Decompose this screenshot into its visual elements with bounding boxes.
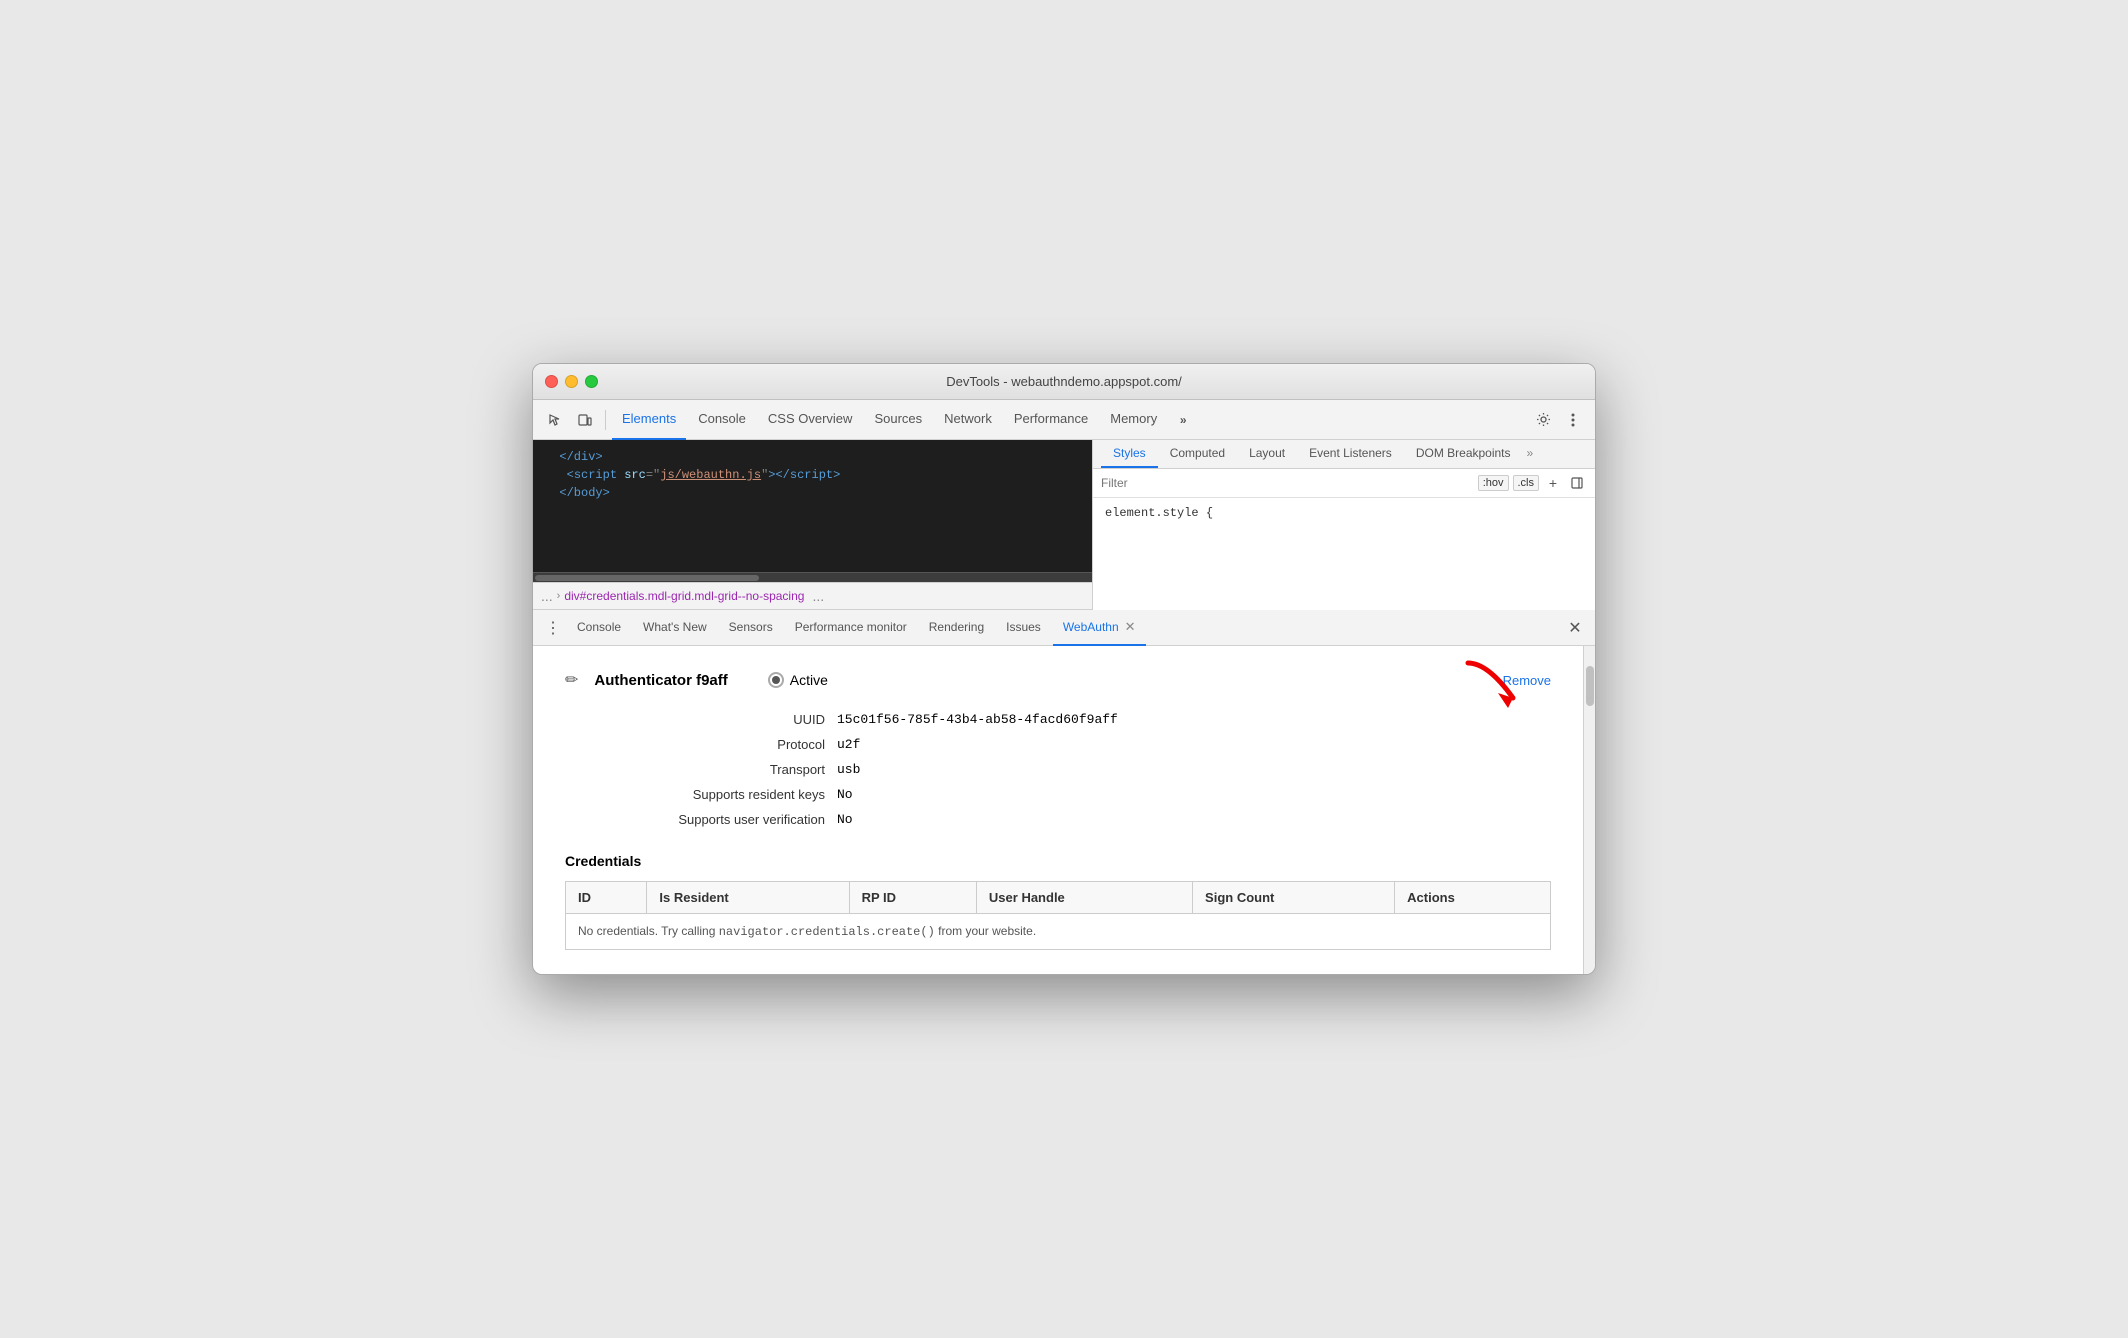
styles-tab-overflow[interactable]: »	[1523, 440, 1538, 468]
table-row-empty: No credentials. Try calling navigator.cr…	[566, 914, 1551, 950]
drawer-close-icon[interactable]: ✕	[1563, 616, 1587, 640]
resident-keys-label: Supports resident keys	[565, 785, 825, 804]
protocol-label: Protocol	[565, 735, 825, 754]
transport-label: Transport	[565, 760, 825, 779]
webauthn-panel: ✏ Authenticator f9aff Active Remove UUID	[533, 646, 1595, 974]
breadcrumb-more[interactable]: ...	[812, 588, 824, 604]
active-label: Active	[790, 672, 828, 688]
code-pane: </div> <script src="js/webauthn.js"></sc…	[533, 440, 1093, 610]
drawer-tab-whats-new[interactable]: What's New	[633, 610, 717, 646]
credentials-table: ID Is Resident RP ID User Handle Sign Co…	[565, 881, 1551, 950]
titlebar: DevTools - webauthndemo.appspot.com/	[533, 364, 1595, 400]
styles-content: element.style {	[1093, 498, 1595, 528]
breadcrumb-overflow[interactable]: ...	[541, 588, 553, 604]
col-rp-id: RP ID	[849, 882, 976, 914]
breadcrumb-bar: ... › div#credentials.mdl-grid.mdl-grid-…	[533, 582, 1092, 610]
webauthn-tab-label: WebAuthn	[1063, 620, 1119, 634]
col-actions: Actions	[1395, 882, 1551, 914]
element-style-text: element.style {	[1105, 506, 1213, 520]
col-sign-count: Sign Count	[1193, 882, 1395, 914]
maximize-button[interactable]	[585, 375, 598, 388]
tab-elements[interactable]: Elements	[612, 400, 686, 440]
tab-dom-breakpoints[interactable]: DOM Breakpoints	[1404, 440, 1523, 468]
devtools-window: DevTools - webauthndemo.appspot.com/ Ele…	[532, 363, 1596, 975]
tab-event-listeners[interactable]: Event Listeners	[1297, 440, 1404, 468]
tab-console[interactable]: Console	[688, 400, 756, 440]
styles-filter-bar: :hov .cls +	[1093, 469, 1595, 498]
traffic-lights	[545, 375, 598, 388]
cursor-icon[interactable]	[541, 406, 569, 434]
info-grid: UUID 15c01f56-785f-43b4-ab58-4facd60f9af…	[565, 710, 1551, 829]
col-is-resident: Is Resident	[647, 882, 849, 914]
tab-sources[interactable]: Sources	[864, 400, 932, 440]
table-header-row: ID Is Resident RP ID User Handle Sign Co…	[566, 882, 1551, 914]
radio-inner	[772, 676, 780, 684]
toggle-style-sidebar-icon[interactable]	[1567, 473, 1587, 493]
drawer-menu-icon[interactable]: ⋮	[541, 616, 565, 640]
tab-layout[interactable]: Layout	[1237, 440, 1297, 468]
drawer-tab-console[interactable]: Console	[567, 610, 631, 646]
empty-msg-prefix: No credentials. Try calling	[578, 924, 719, 938]
more-icon[interactable]	[1559, 406, 1587, 434]
protocol-value: u2f	[837, 735, 1551, 754]
top-split: </div> <script src="js/webauthn.js"></sc…	[533, 440, 1595, 610]
tab-computed[interactable]: Computed	[1158, 440, 1237, 468]
breadcrumb-element: div#credentials.mdl-grid.mdl-grid--no-sp…	[564, 589, 804, 603]
overflow-icon[interactable]: »	[1169, 406, 1197, 434]
cls-button[interactable]: .cls	[1513, 475, 1540, 491]
hov-button[interactable]: :hov	[1478, 475, 1509, 491]
toolbar-divider	[605, 410, 606, 430]
scrollbar-thumb[interactable]	[1586, 666, 1594, 706]
toolbar-right	[1529, 406, 1587, 434]
breadcrumb-path[interactable]: div#credentials.mdl-grid.mdl-grid--no-sp…	[564, 589, 804, 603]
edit-icon[interactable]: ✏	[565, 670, 578, 690]
styles-filter-actions: :hov .cls +	[1478, 473, 1587, 493]
user-verification-value: No	[837, 810, 1551, 829]
close-button[interactable]	[545, 375, 558, 388]
new-style-rule-icon[interactable]: +	[1543, 473, 1563, 493]
empty-msg-code: navigator.credentials.create()	[719, 925, 935, 939]
tab-styles[interactable]: Styles	[1101, 440, 1158, 468]
tab-memory[interactable]: Memory	[1100, 400, 1167, 440]
empty-msg-suffix: from your website.	[935, 924, 1036, 938]
code-editor: </div> <script src="js/webauthn.js"></sc…	[533, 440, 1093, 572]
tab-performance[interactable]: Performance	[1004, 400, 1098, 440]
remove-link[interactable]: Remove	[1503, 673, 1551, 688]
minimize-button[interactable]	[565, 375, 578, 388]
col-user-handle: User Handle	[976, 882, 1192, 914]
credentials-title: Credentials	[565, 853, 1551, 869]
authenticator-header: ✏ Authenticator f9aff Active Remove	[565, 670, 1551, 690]
user-verification-label: Supports user verification	[565, 810, 825, 829]
radio-circle	[768, 672, 784, 688]
uuid-label: UUID	[565, 710, 825, 729]
drawer-tabs: ⋮ Console What's New Sensors Performance…	[533, 610, 1595, 646]
drawer-tab-performance-monitor[interactable]: Performance monitor	[785, 610, 917, 646]
uuid-value: 15c01f56-785f-43b4-ab58-4facd60f9aff	[837, 710, 1551, 729]
drawer-tab-webauthn[interactable]: WebAuthn ✕	[1053, 610, 1146, 646]
scrollbar-track[interactable]	[1583, 646, 1595, 974]
window-title: DevTools - webauthndemo.appspot.com/	[946, 374, 1182, 389]
credentials-section: Credentials ID Is Resident RP ID User Ha…	[565, 853, 1551, 950]
webauthn-scrollable: ✏ Authenticator f9aff Active Remove UUID	[533, 646, 1583, 974]
styles-filter-input[interactable]	[1101, 476, 1470, 490]
drawer-tab-issues[interactable]: Issues	[996, 610, 1051, 646]
empty-cell: No credentials. Try calling navigator.cr…	[566, 914, 1551, 950]
active-radio[interactable]: Active	[768, 672, 828, 688]
drawer-tab-sensors[interactable]: Sensors	[719, 610, 783, 646]
device-icon[interactable]	[571, 406, 599, 434]
webauthn-content: ✏ Authenticator f9aff Active Remove UUID	[533, 646, 1583, 974]
settings-icon[interactable]	[1529, 406, 1557, 434]
tab-css-overview[interactable]: CSS Overview	[758, 400, 863, 440]
drawer-tab-rendering[interactable]: Rendering	[919, 610, 994, 646]
resident-keys-value: No	[837, 785, 1551, 804]
bottom-panel: ⋮ Console What's New Sensors Performance…	[533, 610, 1595, 974]
transport-value: usb	[837, 760, 1551, 779]
authenticator-name: Authenticator f9aff	[594, 672, 727, 689]
styles-pane: Styles Computed Layout Event Listeners D…	[1093, 440, 1595, 610]
devtools-toolbar: Elements Console CSS Overview Sources Ne…	[533, 400, 1595, 440]
col-id: ID	[566, 882, 647, 914]
styles-tabs: Styles Computed Layout Event Listeners D…	[1093, 440, 1595, 469]
webauthn-tab-close[interactable]: ✕	[1125, 619, 1136, 635]
tab-network[interactable]: Network	[934, 400, 1002, 440]
